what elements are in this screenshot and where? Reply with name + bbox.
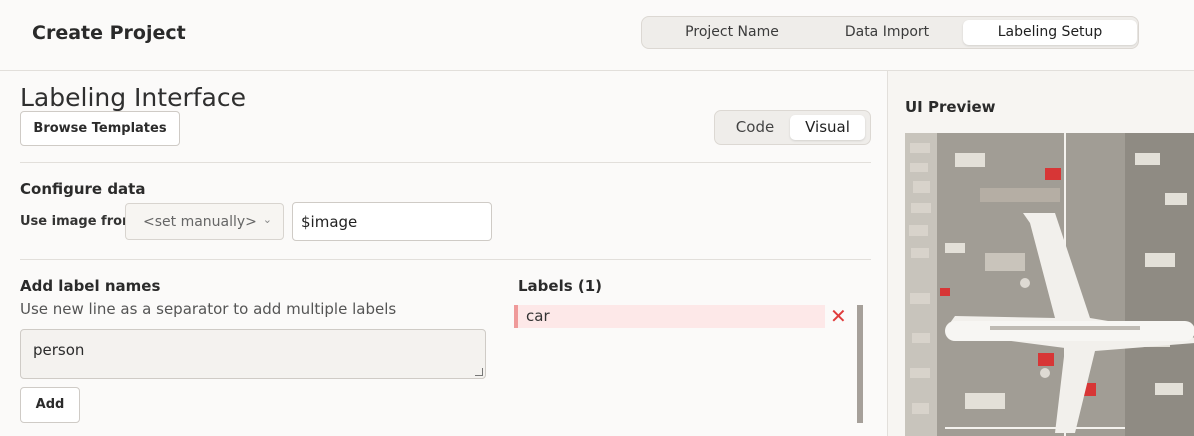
chevron-down-icon: ⌄ [262,213,272,226]
add-button[interactable]: Add [20,387,80,423]
close-icon[interactable]: ✕ [830,306,847,326]
use-image-label: Use image from [20,214,136,229]
textarea-value: person [33,341,85,359]
page-title: Create Project [32,22,186,44]
section-heading: Labeling Interface [20,83,246,112]
label-chip-car[interactable]: car [514,305,825,328]
image-source-select[interactable]: <set manually> ⌄ [125,203,284,240]
tab-project-name[interactable]: Project Name [652,20,812,45]
browse-templates-button[interactable]: Browse Templates [20,111,180,146]
label-names-textarea[interactable]: person [20,329,486,379]
labels-heading: Labels (1) [518,277,603,295]
add-label-hint: Use new line as a separator to add multi… [20,300,397,318]
add-label-names-heading: Add label names [20,277,161,295]
visual-view-option[interactable]: Visual [790,115,865,140]
step-navigation: Project Name Data Import Labeling Setup [641,16,1139,49]
resize-handle-icon[interactable] [475,368,483,376]
divider [20,259,871,260]
configure-data-heading: Configure data [20,180,146,198]
tab-data-import[interactable]: Data Import [812,20,962,45]
image-source-value: <set manually> [143,214,257,230]
preview-heading: UI Preview [905,98,996,116]
image-variable-input[interactable]: $image [292,202,492,241]
tab-labeling-setup[interactable]: Labeling Setup [963,20,1137,45]
labels-scrollbar[interactable] [857,305,863,423]
top-header: Create Project Project Name Data Import … [0,0,1194,71]
configuration-panel: Labeling Interface Browse Templates Code… [0,71,887,436]
aerial-airport-image [905,133,1194,436]
preview-panel: UI Preview [887,71,1194,436]
view-toggle: Code Visual [714,110,871,145]
code-view-option[interactable]: Code [723,115,787,140]
divider [20,162,871,163]
